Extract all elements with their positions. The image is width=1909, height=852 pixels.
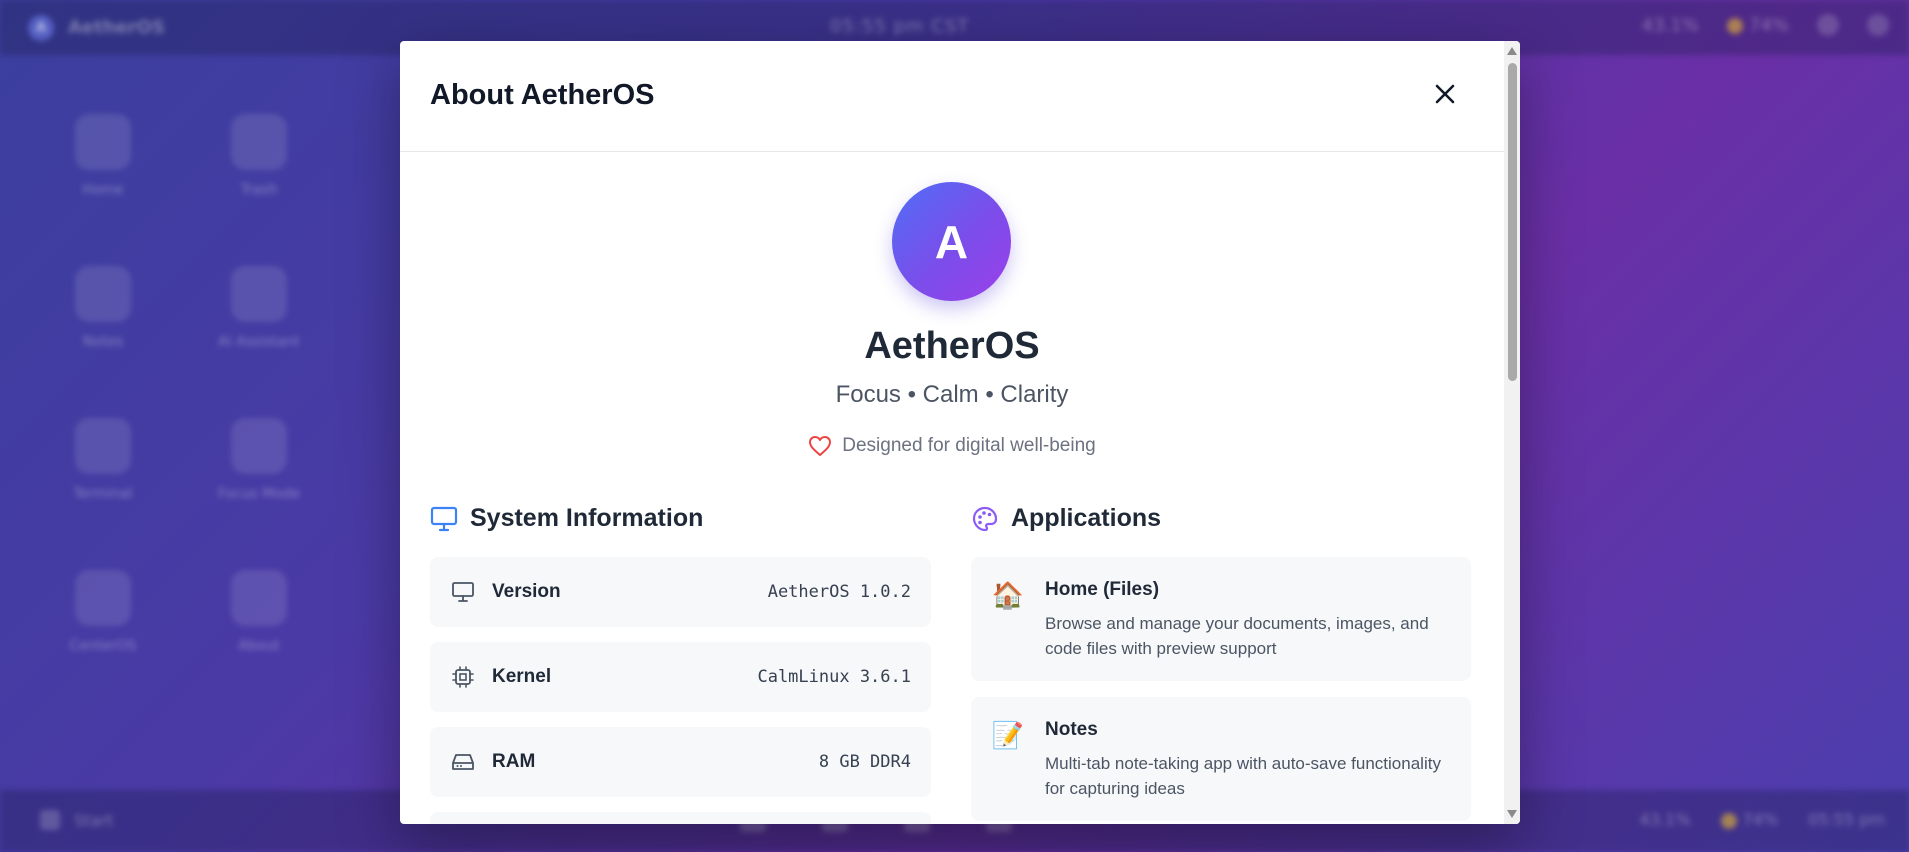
- dialog-header: About AetherOS: [400, 41, 1504, 152]
- product-name: AetherOS: [864, 325, 1040, 367]
- app-name: Notes: [1045, 719, 1098, 740]
- info-value: AetherOS 1.0.2: [767, 582, 911, 602]
- system-info-heading-text: System Information: [470, 504, 704, 532]
- app-name: Home (Files): [1045, 579, 1160, 600]
- start-button[interactable]: Start: [40, 810, 113, 830]
- wellbeing-note: Designed for digital well-being: [400, 435, 1504, 457]
- wellbeing-note-text: Designed for digital well-being: [842, 435, 1096, 456]
- top-clock: 05:55 pm CST: [830, 16, 970, 37]
- start-label: Start: [74, 810, 114, 830]
- desktop-icon-label: About: [238, 638, 280, 654]
- desktop-icon-centeros[interactable]: CenterOS: [48, 570, 158, 654]
- app-description: Multi-tab note-taking app with auto-save…: [1045, 754, 1441, 798]
- monitor-icon: [450, 579, 476, 605]
- refresh-icon[interactable]: [1817, 14, 1839, 36]
- desktop-icon-label: AI Assistant: [218, 334, 300, 350]
- cpu-icon: [450, 664, 476, 690]
- sun-icon: [1720, 812, 1737, 829]
- scroll-up-arrow-icon[interactable]: [1507, 47, 1517, 55]
- notes-icon: [75, 266, 131, 322]
- about-dialog: About AetherOS A AetherOS Focus • Calm •…: [400, 41, 1520, 824]
- weather-status: 74%: [1726, 14, 1789, 36]
- info-value: CalmLinux 3.6.1: [757, 667, 911, 687]
- dialog-scrollbar[interactable]: [1504, 41, 1520, 824]
- desktop-icon-ai-assistant[interactable]: AI Assistant: [204, 266, 314, 350]
- home-icon: [75, 114, 131, 170]
- info-row-partial: [430, 812, 931, 824]
- info-label: RAM: [492, 751, 536, 772]
- desktop-icon-about[interactable]: About: [204, 570, 314, 654]
- info-label: Version: [492, 581, 561, 602]
- desktop-icon-label: Notes: [82, 334, 124, 350]
- info-row-kernel: Kernel CalmLinux 3.6.1: [430, 642, 931, 712]
- applications-heading: Applications: [971, 504, 1161, 533]
- os-logo[interactable]: A: [28, 14, 54, 41]
- tagline: Focus • Calm • Clarity: [835, 381, 1069, 408]
- applications-heading-text: Applications: [1011, 504, 1162, 532]
- start-icon: [40, 810, 60, 830]
- terminal-icon: [75, 418, 131, 474]
- settings-icon[interactable]: [1867, 14, 1889, 36]
- taskbar-battery: 74%: [1742, 810, 1779, 829]
- info-value: 8 GB DDR4: [818, 752, 911, 772]
- dialog-title: About AetherOS: [430, 79, 655, 111]
- cpu-status: 43.1%: [1641, 14, 1699, 36]
- sun-icon: [1726, 17, 1743, 34]
- desktop-icon-label: CenterOS: [69, 638, 137, 654]
- hard-drive-icon: [450, 749, 476, 775]
- taskbar-weather: 74%: [1720, 810, 1779, 829]
- palette-icon: [972, 506, 998, 531]
- desktop-icon-label: Trash: [240, 182, 278, 198]
- info-label: Kernel: [492, 666, 552, 687]
- aetheros-logo: A: [892, 182, 1011, 301]
- desktop-icon-trash[interactable]: Trash: [204, 114, 314, 198]
- app-card-notes[interactable]: 📝 Notes Multi-tab note-taking app with a…: [971, 697, 1471, 821]
- app-card-home-files[interactable]: 🏠 Home (Files) Browse and manage your do…: [971, 557, 1471, 681]
- taskbar-clock: 05:55 pm: [1808, 810, 1885, 829]
- info-row-ram: RAM 8 GB DDR4: [430, 727, 931, 797]
- desktop-icon-label: Terminal: [73, 486, 133, 502]
- info-icon: [231, 570, 287, 626]
- centeros-icon: [75, 570, 131, 626]
- taskbar-status: 43.1% 74% 05:55 pm: [1640, 810, 1885, 829]
- desktop-icon-focus-mode[interactable]: Focus Mode: [204, 418, 314, 502]
- chat-icon: [231, 266, 287, 322]
- desktop-icon-terminal[interactable]: Terminal: [48, 418, 158, 502]
- taskbar-cpu: 43.1%: [1639, 810, 1691, 829]
- close-button[interactable]: [1430, 79, 1460, 109]
- scroll-thumb[interactable]: [1508, 63, 1517, 381]
- info-row-version: Version AetherOS 1.0.2: [430, 557, 931, 627]
- desktop-icon-notes[interactable]: Notes: [48, 266, 158, 350]
- house-icon: 🏠: [991, 581, 1025, 611]
- heart-icon: [809, 436, 832, 456]
- monitor-icon: [430, 506, 458, 531]
- desktop-icon-label: Focus Mode: [217, 486, 301, 502]
- focus-icon: [231, 418, 287, 474]
- os-name: AetherOS: [68, 17, 165, 38]
- trash-icon: [231, 114, 287, 170]
- desktop-icon-label: Home: [82, 182, 124, 198]
- desktop-icon-home[interactable]: Home: [48, 114, 158, 198]
- memo-icon: 📝: [991, 721, 1025, 751]
- top-status-area: 43.1% 74%: [1642, 14, 1889, 36]
- close-icon: [1435, 84, 1455, 104]
- system-info-heading: System Information: [430, 504, 703, 533]
- app-description: Browse and manage your documents, images…: [1045, 614, 1429, 658]
- scroll-down-arrow-icon[interactable]: [1507, 810, 1517, 818]
- battery-status: 74%: [1748, 14, 1789, 36]
